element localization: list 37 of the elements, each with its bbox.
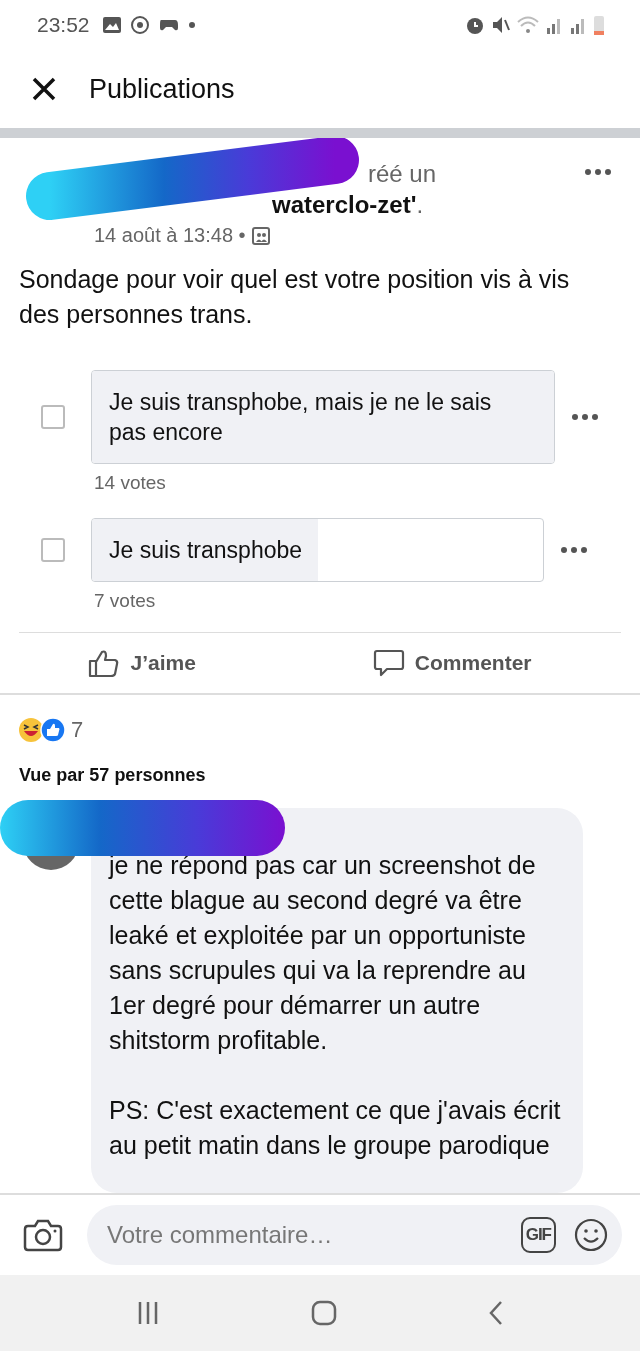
battery-icon [592,14,606,36]
gif-button[interactable]: GIF [520,1217,556,1253]
more-icon[interactable] [560,546,588,554]
back-icon[interactable] [488,1300,505,1326]
wifi-icon [516,15,540,35]
close-icon[interactable] [31,76,57,102]
speech-bubble-icon [372,648,405,679]
post-text: Sondage pour voir quel est votre position vis à vis des personnes trans. [18,264,571,330]
comment-field[interactable]: Votre commentaire… GIF [87,1205,622,1265]
more-icon[interactable] [571,413,599,421]
group-icon [251,226,270,245]
post-timestamp: 14 août à 13:48 • [94,224,246,247]
checkbox[interactable] [41,405,65,429]
post-author-line: waterclo-zet'. [272,190,424,220]
checkbox[interactable] [41,538,65,562]
comment-button[interactable]: Commenter [364,644,540,683]
page-title: Publications [89,73,235,105]
poll-option[interactable]: Je suis transphobe [91,518,544,582]
dot-icon [187,21,196,29]
comment-text: PS: C'est exactement ce que j'avais écrit au petit matin dans le groupe parodique [109,1095,562,1161]
thumbs-up-icon [88,648,121,679]
laughing-emoji-icon [18,717,44,743]
smiley-icon[interactable] [574,1218,608,1252]
image-icon [101,16,122,34]
vote-count: 7 votes [93,589,157,613]
home-icon[interactable] [311,1300,337,1326]
reaction-count: 7 [71,717,84,743]
thumbs-up-icon [40,717,66,743]
more-icon[interactable] [584,168,612,176]
status-time: 23:52 [37,13,90,37]
post-author-line: réé un [368,159,437,189]
camera-icon[interactable] [23,1218,63,1252]
seen-by-text: Vue par 57 personnes [18,764,207,786]
like-button[interactable]: J’aime [80,644,204,683]
poll-option[interactable]: Je suis transphobe, mais je ne le sais pas encore [91,370,555,464]
vote-count: 14 votes [93,471,167,495]
comment-text: je ne répond pas car un screenshot de cette blague au second degré va être leaké et exploitée par un opportuniste sans scrupules qui va la reprendre au 1er degré pour démarrer un autre shitstorm profitable. [109,850,537,1056]
